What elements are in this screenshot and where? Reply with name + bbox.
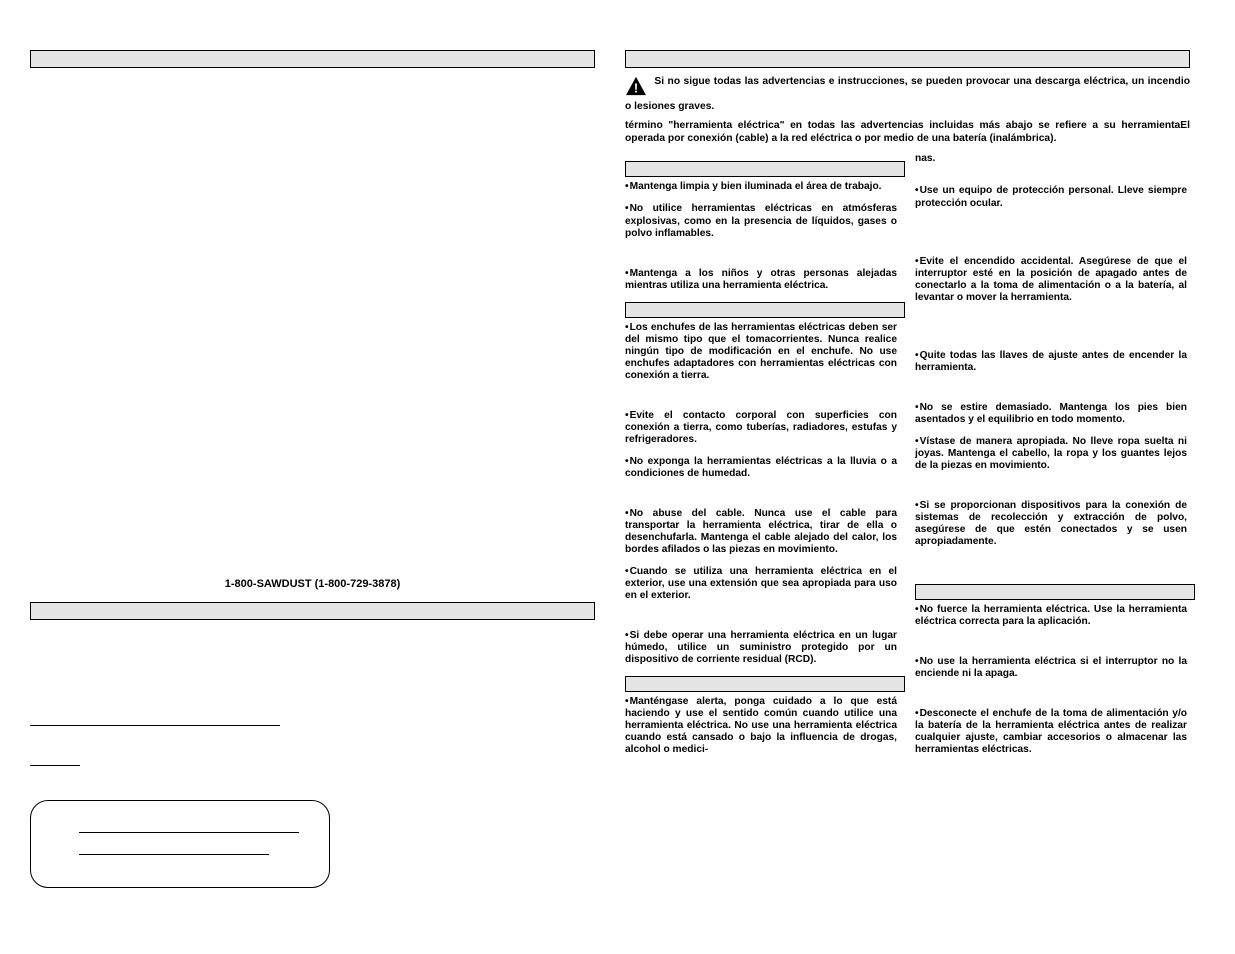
bullet-c2-5: Vístase de manera apropiada. No lleve ro… (915, 436, 1187, 472)
bullet-c1-1: Mantenga limpia y bien iluminada el área… (625, 181, 897, 193)
bullet-c2-2: Evite el encendido accidental. Asegúrese… (915, 256, 1187, 304)
right-col-2: nas. Use un equipo de protección persona… (915, 153, 1187, 766)
bullet-c2-6: Si se proporcionan dispositivos para la … (915, 500, 1187, 548)
sub-bar-c2-1 (915, 584, 1195, 600)
bullet-c1-3: Mantenga a los niños y otras personas al… (625, 268, 897, 292)
bullet-c1-6: No exponga la herramientas eléctricas a … (625, 456, 897, 480)
el-float: El (1180, 120, 1190, 133)
bullet-c1-8: Cuando se utiliza una herramienta eléctr… (625, 566, 897, 602)
bullet-c1-4: Los enchufes de las herramientas eléctri… (625, 322, 897, 382)
bullet-c1-10: Manténgase alerta, ponga cuidado a lo qu… (625, 696, 897, 756)
right-columns: Mantenga limpia y bien iluminada el área… (625, 153, 1190, 766)
right-page: ! Si no sigue todas las advertencias e i… (625, 50, 1190, 888)
rounded-info-box (30, 800, 330, 888)
bullet-c2-1: Use un equipo de protección personal. Ll… (915, 185, 1187, 209)
warning-intro: El término "herramienta eléctrica" en to… (625, 120, 1190, 146)
section-bar-right (625, 50, 1190, 68)
warning-text: Si no sigue todas las advertencias e ins… (625, 76, 1190, 112)
bullet-c1-7: No abuse del cable. Nunca use el cable p… (625, 508, 897, 556)
warning-block: ! Si no sigue todas las advertencias e i… (625, 76, 1190, 145)
warning-icon: ! (625, 76, 647, 101)
bullet-c1-9: Si debe operar una herramienta eléctrica… (625, 630, 897, 666)
section-bar-2 (30, 602, 595, 620)
sub-bar-c1-1 (625, 161, 905, 177)
intro-text: término "herramienta eléctrica" en todas… (625, 120, 1180, 144)
bullet-c2-9: Desconecte el enchufe de la toma de alim… (915, 708, 1187, 756)
left-page: 1-800-SAWDUST (1-800-729-3878) (30, 50, 595, 888)
sub-bar-c1-2 (625, 302, 905, 318)
bullet-c2-4: No se estire demasiado. Mantenga los pie… (915, 402, 1187, 426)
nas-fragment: nas. (915, 153, 1187, 165)
bullet-c1-2: No utilice herramientas eléctricas en at… (625, 203, 897, 239)
bullet-c1-5: Evite el contacto corporal con superfici… (625, 410, 897, 446)
bullet-c2-3: Quite todas las llaves de ajuste antes d… (915, 350, 1187, 374)
page-wrap: 1-800-SAWDUST (1-800-729-3878) ! Si no s… (30, 50, 1205, 888)
phone-number: 1-800-SAWDUST (1-800-729-3878) (30, 578, 595, 590)
underline-1 (30, 712, 280, 726)
underline-2 (30, 752, 80, 766)
section-bar-1 (30, 50, 595, 68)
box-line-2 (79, 841, 269, 855)
box-line-1 (79, 819, 299, 833)
signature-lines-block (30, 712, 595, 766)
bullet-c2-7: No fuerce la herramienta eléctrica. Use … (915, 604, 1187, 628)
bullet-c2-8: No use la herramienta eléctrica si el in… (915, 656, 1187, 680)
right-col-1: Mantenga limpia y bien iluminada el área… (625, 153, 897, 766)
svg-text:!: ! (634, 80, 638, 95)
sub-bar-c1-3 (625, 676, 905, 692)
